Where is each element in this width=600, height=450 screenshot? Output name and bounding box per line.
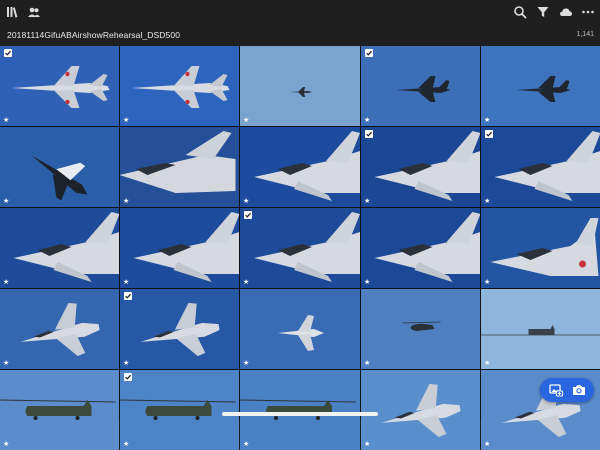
photo-thumbnail[interactable]: ★ [361,127,480,207]
aircraft-image [120,399,236,420]
star-rating-icon[interactable]: ★ [484,441,490,448]
aircraft-image [254,131,360,201]
cloud-icon[interactable] [558,4,574,20]
star-rating-icon[interactable]: ★ [484,198,490,205]
star-rating-icon[interactable]: ★ [3,360,9,367]
photo-thumbnail[interactable]: ★ [240,208,360,288]
filter-icon[interactable] [535,4,551,20]
aircraft-image [120,131,236,193]
star-rating-icon[interactable]: ★ [243,441,249,448]
aircraft-image [131,66,230,108]
star-rating-icon[interactable]: ★ [123,117,129,124]
photo-thumbnail[interactable]: ★ [120,127,239,207]
aircraft-image [11,66,110,108]
star-rating-icon[interactable]: ★ [3,279,9,286]
star-rating-icon[interactable]: ★ [243,198,249,205]
photo-thumbnail[interactable]: ★ [0,370,119,450]
selection-checkbox-icon[interactable] [4,49,12,57]
aircraft-image [494,131,600,201]
aircraft-image [490,218,599,276]
aircraft-image [290,87,312,97]
home-indicator [222,412,378,416]
photo-thumbnail[interactable]: ★ [120,208,239,288]
selection-checkbox-icon[interactable] [244,211,252,219]
photo-thumbnail[interactable]: ★ [240,46,360,126]
photo-thumbnail[interactable]: ★ [120,289,239,369]
camera-icon[interactable] [571,382,587,398]
aircraft-image [140,302,220,357]
photo-thumbnail[interactable]: ★ [481,127,600,207]
people-icon[interactable] [26,4,42,20]
star-rating-icon[interactable]: ★ [364,198,370,205]
more-icon[interactable] [580,4,596,20]
search-icon[interactable] [512,4,528,20]
star-rating-icon[interactable]: ★ [364,441,370,448]
star-rating-icon[interactable]: ★ [243,360,249,367]
photo-thumbnail[interactable]: ★ [0,208,119,288]
photo-thumbnail[interactable]: ★ [361,370,480,450]
selection-checkbox-icon[interactable] [365,49,373,57]
star-rating-icon[interactable]: ★ [243,279,249,286]
star-rating-icon[interactable]: ★ [364,360,370,367]
aircraft-image [396,76,451,102]
library-icon[interactable] [5,4,21,20]
photo-thumbnail[interactable]: ★ [240,289,360,369]
star-rating-icon[interactable]: ★ [123,198,129,205]
star-rating-icon[interactable]: ★ [123,279,129,286]
photo-count: 1,141 [576,31,594,38]
add-photos-fab [540,378,594,402]
star-rating-icon[interactable]: ★ [484,117,490,124]
album-header: 20181114GifuABAirshowRehearsal_DSD500 1,… [0,24,600,46]
aircraft-image [20,302,100,357]
photo-thumbnail[interactable]: ★ [0,127,119,207]
aircraft-image [13,212,119,282]
album-title: 20181114GifuABAirshowRehearsal_DSD500 [7,30,181,40]
photo-thumbnail[interactable]: ★ [240,370,360,450]
aircraft-image [31,155,88,201]
add-to-album-icon[interactable] [548,382,564,398]
aircraft-image [278,315,324,351]
star-rating-icon[interactable]: ★ [243,117,249,124]
photo-thumbnail[interactable]: ★ [481,289,600,369]
star-rating-icon[interactable]: ★ [3,441,9,448]
photo-thumbnail[interactable]: ★ [361,289,480,369]
aircraft-image [374,131,480,201]
photo-thumbnail[interactable]: ★ [361,208,480,288]
aircraft-image [481,325,600,336]
star-rating-icon[interactable]: ★ [123,360,129,367]
aircraft-image [374,212,480,282]
photo-thumbnail[interactable]: ★ [120,370,239,450]
star-rating-icon[interactable]: ★ [364,117,370,124]
star-rating-icon[interactable]: ★ [3,117,9,124]
selection-checkbox-icon[interactable] [124,292,132,300]
selection-checkbox-icon[interactable] [485,130,493,138]
photo-thumbnail[interactable]: ★ [361,46,480,126]
photo-thumbnail[interactable]: ★ [0,289,119,369]
star-rating-icon[interactable]: ★ [364,279,370,286]
aircraft-image [133,212,239,282]
selection-checkbox-icon[interactable] [365,130,373,138]
aircraft-image [240,399,357,420]
aircraft-image [254,212,360,282]
photo-thumbnail[interactable]: ★ [240,127,360,207]
star-rating-icon[interactable]: ★ [123,441,129,448]
photo-grid: ★ ★ ★ ★ ★ ★ ★ ★ ★ ★ ★ ★ ★ ★ ★ ★ ★ ★ ★ ★ ★ ★ ★ ★ ★ [0,46,600,450]
aircraft-image [516,76,571,102]
aircraft-image [402,321,441,331]
aircraft-image [0,399,116,420]
photo-thumbnail[interactable]: ★ [120,46,239,126]
photo-thumbnail[interactable]: ★ [0,46,119,126]
star-rating-icon[interactable]: ★ [3,198,9,205]
top-toolbar [0,0,600,24]
aircraft-image [381,383,461,438]
star-rating-icon[interactable]: ★ [484,279,490,286]
star-rating-icon[interactable]: ★ [484,360,490,367]
photo-thumbnail[interactable]: ★ [481,208,600,288]
photo-thumbnail[interactable]: ★ [481,46,600,126]
selection-checkbox-icon[interactable] [124,373,132,381]
